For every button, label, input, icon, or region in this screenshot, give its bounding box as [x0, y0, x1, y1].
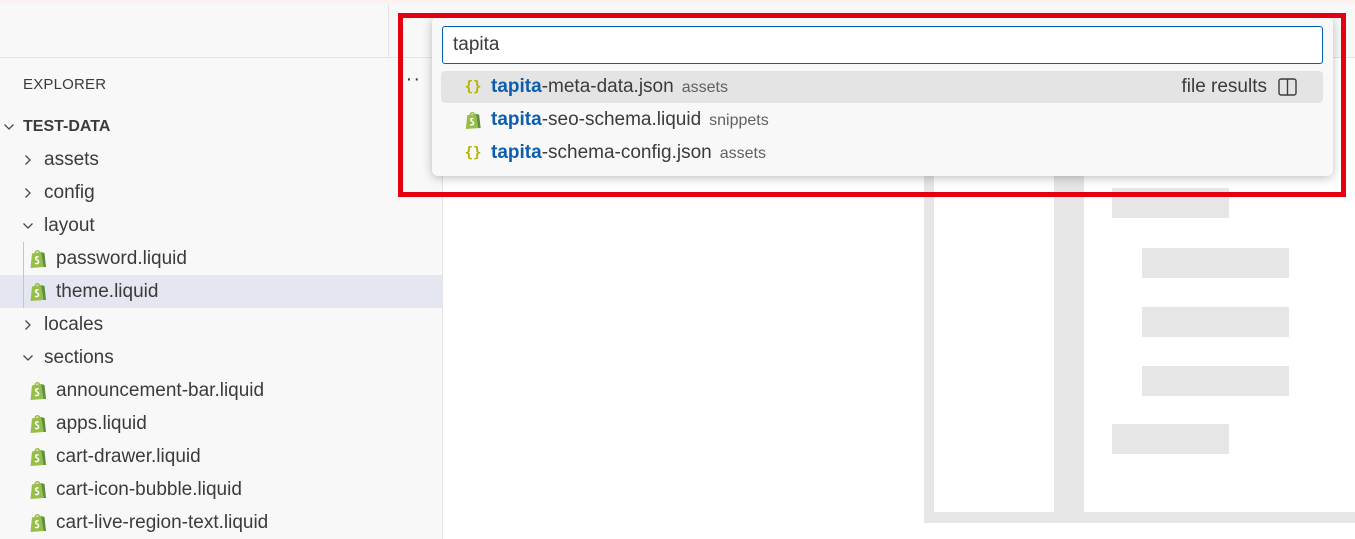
shopify-liquid-icon — [28, 446, 48, 467]
result-match: tapita — [491, 76, 542, 97]
chevron-right-icon — [19, 143, 37, 176]
result-match: tapita — [491, 109, 542, 130]
tree-file[interactable]: cart-icon-bubble.liquid — [0, 473, 442, 506]
tree-file-label: announcement-bar.liquid — [56, 380, 265, 401]
tree-file[interactable]: cart-live-region-text.liquid — [0, 506, 442, 539]
open-to-side-icon[interactable] — [1278, 78, 1297, 96]
result-match: tapita — [491, 142, 542, 163]
quick-open-result[interactable]: {} tapita-meta-data.json assets file result… — [441, 71, 1323, 103]
result-description: assets — [681, 79, 728, 96]
shopify-liquid-icon — [463, 110, 483, 130]
tree-folder-label: layout — [44, 215, 95, 236]
result-name-rest: -schema-config.json — [541, 142, 712, 163]
tree-folder-assets[interactable]: assets — [0, 143, 442, 176]
tree-file-label: theme.liquid — [56, 281, 159, 302]
result-label: tapita-meta-data.json assets — [491, 76, 728, 98]
tree-file[interactable]: cart-drawer.liquid — [0, 440, 442, 473]
tree-folder-label: sections — [44, 347, 114, 368]
result-label: tapita-schema-config.json assets — [491, 142, 766, 164]
file-results-hint: file results — [1181, 76, 1267, 97]
chevron-down-icon — [19, 209, 37, 242]
chevron-down-icon — [19, 341, 37, 374]
quick-open-widget: {}tapita-meta-data.jsonassetsfile result… — [432, 17, 1333, 176]
tree-file-label: cart-icon-bubble.liquid — [56, 479, 242, 500]
result-description: snippets — [709, 112, 769, 129]
result-name-rest: -seo-schema.liquid — [541, 109, 702, 130]
tree-root-folder[interactable]: TEST-DATA — [0, 110, 442, 143]
quick-open-result[interactable]: {} tapita-schema-config.json assets — [441, 137, 1323, 169]
json-braces-icon: {} — [464, 79, 482, 95]
tree-folder-label: locales — [44, 314, 104, 335]
shopify-liquid-icon — [28, 512, 48, 533]
titlebar-divider — [388, 4, 389, 58]
chevron-right-icon — [19, 176, 37, 209]
tree-folder-sections[interactable]: sections — [0, 341, 442, 374]
result-label: tapita-seo-schema.liquid snippets — [491, 109, 769, 131]
explorer-sidebar: EXPLORER ··· TEST-DATA assets config layout… — [0, 58, 443, 539]
tree-folder-locales[interactable]: locales — [0, 308, 442, 341]
chevron-down-icon — [0, 110, 18, 143]
json-braces-icon: {} — [464, 145, 482, 161]
tree-folder-label: config — [44, 182, 95, 203]
shopify-liquid-icon — [28, 479, 48, 500]
quick-open-result[interactable]: tapita-seo-schema.liquid snippets — [441, 104, 1323, 136]
chevron-right-icon — [19, 308, 37, 341]
explorer-header: EXPLORER — [23, 76, 107, 93]
tree-file[interactable]: password.liquid — [0, 242, 442, 275]
result-description: assets — [719, 145, 766, 162]
tree-file[interactable]: theme.liquid — [0, 275, 442, 308]
tree-file-label: password.liquid — [56, 248, 187, 269]
tree-file-label: apps.liquid — [56, 413, 147, 434]
tree-folder-layout[interactable]: layout — [0, 209, 442, 242]
shopify-liquid-icon — [28, 248, 48, 269]
shopify-liquid-icon — [28, 413, 48, 434]
shopify-liquid-icon — [28, 281, 48, 302]
tree-root-label: TEST-DATA — [23, 118, 111, 135]
tree-file-label: cart-drawer.liquid — [56, 446, 201, 467]
tree-file[interactable]: apps.liquid — [0, 407, 442, 440]
shopify-liquid-icon — [28, 380, 48, 401]
tree-file[interactable]: announcement-bar.liquid — [0, 374, 442, 407]
result-name-rest: -meta-data.json — [541, 76, 674, 97]
tree-folder-label: assets — [44, 149, 99, 170]
tree-folder-config[interactable]: config — [0, 176, 442, 209]
editor-watermark — [924, 150, 1355, 523]
indent-guide — [23, 242, 24, 308]
quick-open-input[interactable] — [442, 26, 1323, 64]
explorer-more-actions-button[interactable]: ··· — [398, 68, 421, 91]
tree-file-label: cart-live-region-text.liquid — [56, 512, 269, 533]
